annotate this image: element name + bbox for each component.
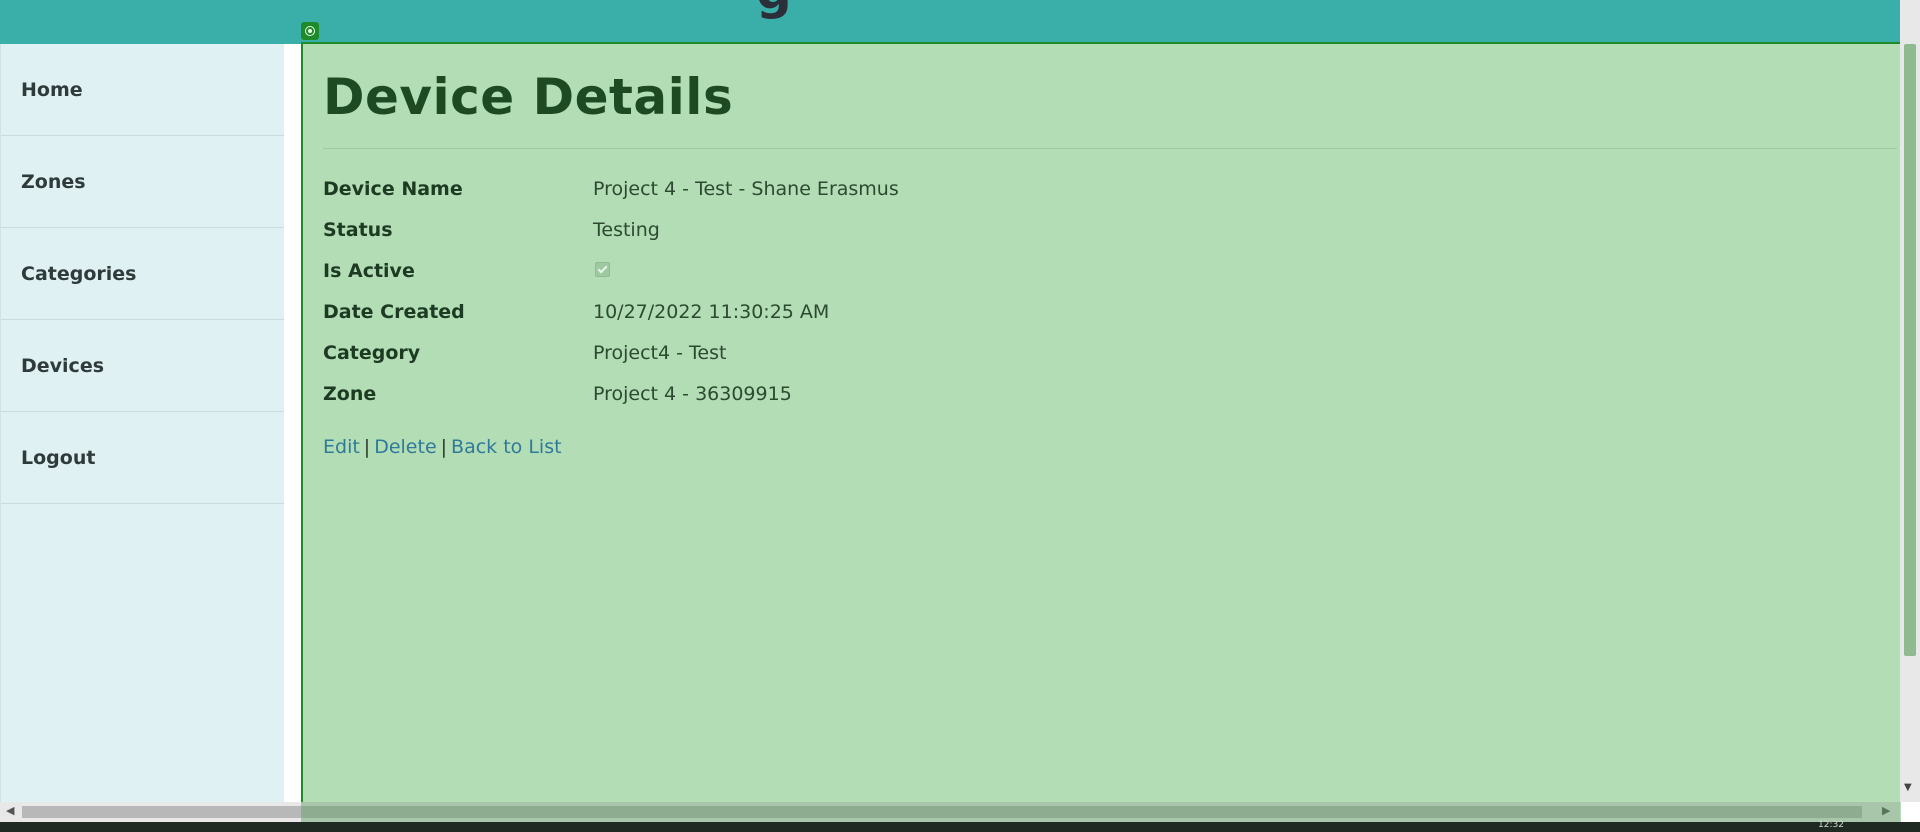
detail-value: Project 4 - Test - Shane Erasmus [593,178,899,200]
detail-label: Device Name [323,178,463,200]
edit-link[interactable]: Edit [323,436,360,458]
back-to-list-link[interactable]: Back to List [451,436,562,458]
sidebar: Home Zones Categories Devices Logout [0,44,285,802]
detail-row-category: Category Project4 - Test [323,334,1323,375]
detail-row-zone: Zone Project 4 - 36309915 [323,375,1323,416]
sidebar-item-devices[interactable]: Devices [1,320,285,412]
selection-target-icon[interactable] [301,22,319,40]
app-window: g Home Zones Categories Devices Logout D… [0,0,1920,832]
sidebar-item-label: Logout [21,446,96,469]
detail-label: Zone [323,383,377,405]
delete-link[interactable]: Delete [374,436,436,458]
detail-row-device-name: Device Name Project 4 - Test - Shane Era… [323,170,1323,211]
device-details-list: Device Name Project 4 - Test - Shane Era… [323,170,1323,416]
page-title: Device Details [323,68,734,126]
vertical-scrollbar-thumb[interactable] [1904,44,1916,656]
header-bar: g [0,0,1920,44]
detail-label: Status [323,219,393,241]
sidebar-gutter [284,44,301,802]
sidebar-item-logout[interactable]: Logout [1,412,285,504]
selection-overlay-strip [301,802,1900,822]
sidebar-item-zones[interactable]: Zones [1,136,285,228]
scroll-left-arrow-icon[interactable]: ◀ [6,804,14,817]
detail-value: 10/27/2022 11:30:25 AM [593,301,830,323]
detail-label: Category [323,342,421,364]
is-active-checkbox [595,262,610,277]
detail-row-status: Status Testing [323,211,1323,252]
detail-value: Project4 - Test [593,342,727,364]
detail-value: Project 4 - 36309915 [593,383,792,405]
detail-label: Date Created [323,301,465,323]
sidebar-item-label: Devices [21,354,105,377]
main-content: Device Details Device Name Project 4 - T… [301,42,1901,832]
detail-value: Testing [593,219,660,241]
separator: | [440,436,448,458]
title-divider [323,148,1897,149]
separator: | [363,436,371,458]
sidebar-item-label: Home [21,78,83,101]
action-links: Edit | Delete | Back to List [323,436,562,458]
sidebar-item-home[interactable]: Home [1,44,285,136]
detail-row-date-created: Date Created 10/27/2022 11:30:25 AM [323,293,1323,334]
taskbar: 12:32 [0,820,1920,832]
sidebar-item-label: Categories [21,262,137,285]
detail-row-is-active: Is Active [323,252,1323,293]
sidebar-item-label: Zones [21,170,86,193]
vertical-scrollbar[interactable]: ▼ [1900,0,1920,802]
app-title: g [756,0,792,20]
scroll-down-arrow-icon[interactable]: ▼ [1904,782,1912,793]
taskbar-clock: 12:32 [1818,820,1844,830]
sidebar-item-categories[interactable]: Categories [1,228,285,320]
detail-label: Is Active [323,260,415,282]
